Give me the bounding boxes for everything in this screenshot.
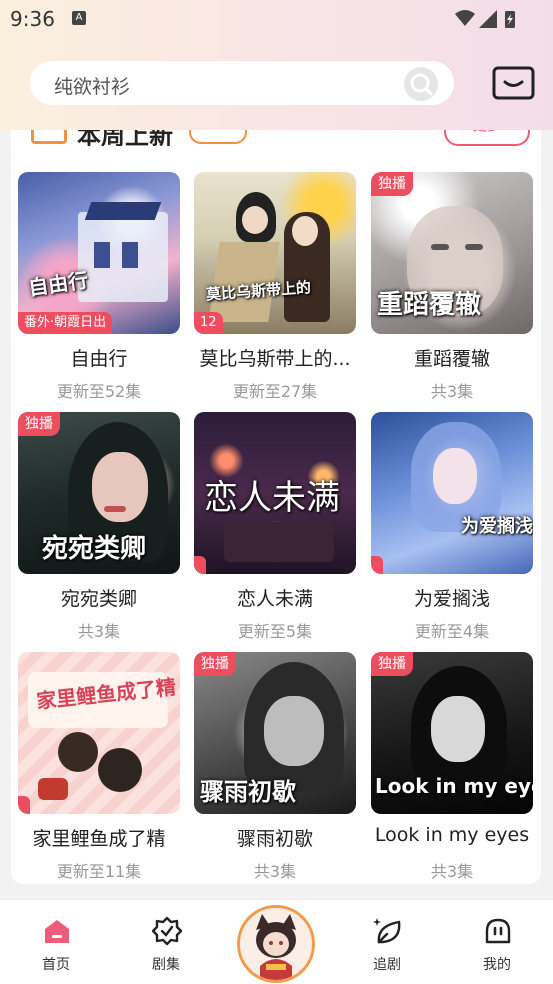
search-icon bbox=[410, 73, 433, 96]
episode-status: 更新至11集 bbox=[56, 862, 142, 881]
episode-status: 更新至27集 bbox=[232, 382, 318, 401]
home-icon bbox=[45, 920, 69, 943]
top-header: 9:36 A 纯欲衬衫 bbox=[0, 0, 553, 130]
section-count: 10 bbox=[189, 130, 247, 144]
search-placeholder[interactable]: 纯欲衬衫 bbox=[54, 72, 130, 99]
episode-badge: 番外·朝霞日出 bbox=[18, 312, 113, 334]
tab-home[interactable]: 首页 bbox=[16, 900, 96, 984]
avatar-player-icon bbox=[240, 908, 312, 980]
tab-label: 剧集 bbox=[152, 957, 180, 973]
wifi-icon bbox=[455, 10, 475, 26]
episode-status: 共3集 bbox=[77, 622, 121, 641]
status-time: 9:36 bbox=[10, 7, 55, 31]
drama-title: Look in my eyes bbox=[374, 824, 530, 846]
corner-marker bbox=[371, 556, 383, 574]
cover-title: 宛宛类卿 bbox=[42, 534, 147, 564]
cover-image[interactable]: Look in my eyes 独播 bbox=[371, 652, 533, 814]
drama-title: 重蹈覆辙 bbox=[413, 348, 490, 370]
tab-mine[interactable]: 我的 bbox=[457, 900, 537, 984]
section-title: 本周上新 bbox=[77, 130, 173, 146]
notification-icon: A bbox=[72, 11, 86, 25]
drama-title: 恋人未满 bbox=[236, 588, 313, 610]
calendar-icon bbox=[31, 130, 67, 144]
exclusive-badge: 独播 bbox=[194, 652, 236, 676]
face-icon bbox=[485, 918, 511, 944]
drama-title: 家里鲤鱼成了精 bbox=[32, 828, 166, 850]
episode-status: 共3集 bbox=[253, 862, 297, 881]
cover-image[interactable]: 重蹈覆辙 独播 bbox=[371, 172, 533, 334]
drama-title: 骤雨初歇 bbox=[236, 828, 313, 850]
mail-icon[interactable] bbox=[492, 66, 535, 100]
search-button[interactable] bbox=[404, 67, 438, 101]
cover-title: 为爱搁浅 bbox=[461, 516, 533, 537]
drama-title: 宛宛类卿 bbox=[60, 588, 137, 610]
leaf-sparkle-icon bbox=[373, 918, 401, 944]
tab-label: 追剧 bbox=[373, 957, 401, 973]
center-player-button[interactable] bbox=[237, 905, 315, 983]
episode-status: 共3集 bbox=[430, 382, 474, 401]
exclusive-badge: 独播 bbox=[371, 172, 413, 196]
corner-marker bbox=[18, 796, 30, 814]
cover-title: 骤雨初歇 bbox=[200, 778, 296, 806]
episode-badge: 12 bbox=[194, 312, 223, 334]
cover-title: 重蹈覆辙 bbox=[377, 290, 482, 320]
episode-status: 更新至5集 bbox=[237, 622, 313, 641]
status-bar: 9:36 A bbox=[0, 0, 553, 40]
exclusive-badge: 独播 bbox=[18, 412, 60, 436]
tab-label: 首页 bbox=[42, 957, 70, 973]
tab-label: 我的 bbox=[483, 957, 511, 973]
tab-follow[interactable]: 追剧 bbox=[347, 900, 427, 984]
exclusive-badge: 独播 bbox=[371, 652, 413, 676]
tab-series[interactable]: 剧集 bbox=[126, 900, 206, 984]
cover-image[interactable]: 家里鲤鱼成了精 bbox=[18, 652, 180, 814]
drama-title: 自由行 bbox=[70, 348, 128, 370]
cover-image[interactable]: 宛宛类卿 独播 bbox=[18, 412, 180, 574]
cover-image[interactable]: 自由行 番外·朝霞日出 bbox=[18, 172, 180, 334]
drama-title: 为爱搁浅 bbox=[413, 588, 490, 610]
status-icons bbox=[455, 10, 515, 28]
cover-image[interactable]: 恋人未满 bbox=[194, 412, 356, 574]
signal-icon bbox=[479, 10, 497, 28]
more-button[interactable]: 更多 bbox=[444, 130, 530, 146]
drama-title: 莫比乌斯带上的... bbox=[199, 348, 351, 370]
badge-check-icon bbox=[152, 916, 182, 946]
corner-marker bbox=[194, 556, 206, 574]
cover-title: 恋人未满 bbox=[204, 478, 340, 518]
episode-status: 共3集 bbox=[430, 862, 474, 881]
section-header: 本周上新 10 更多 bbox=[11, 130, 541, 146]
search-bar[interactable]: 纯欲衬衫 bbox=[30, 61, 454, 105]
cover-image[interactable]: 骤雨初歇 独播 bbox=[194, 652, 356, 814]
episode-status: 更新至4集 bbox=[414, 622, 490, 641]
cover-image[interactable]: 为爱搁浅 bbox=[371, 412, 533, 574]
episode-status: 更新至52集 bbox=[56, 382, 142, 401]
cover-image[interactable]: 莫比乌斯带上的 12 bbox=[194, 172, 356, 334]
cover-title: Look in my eyes bbox=[375, 774, 533, 798]
new-this-week-section: 本周上新 10 更多 自由行 番外·朝霞日出 自由行 更新至52集 莫比乌斯带上… bbox=[11, 130, 541, 884]
